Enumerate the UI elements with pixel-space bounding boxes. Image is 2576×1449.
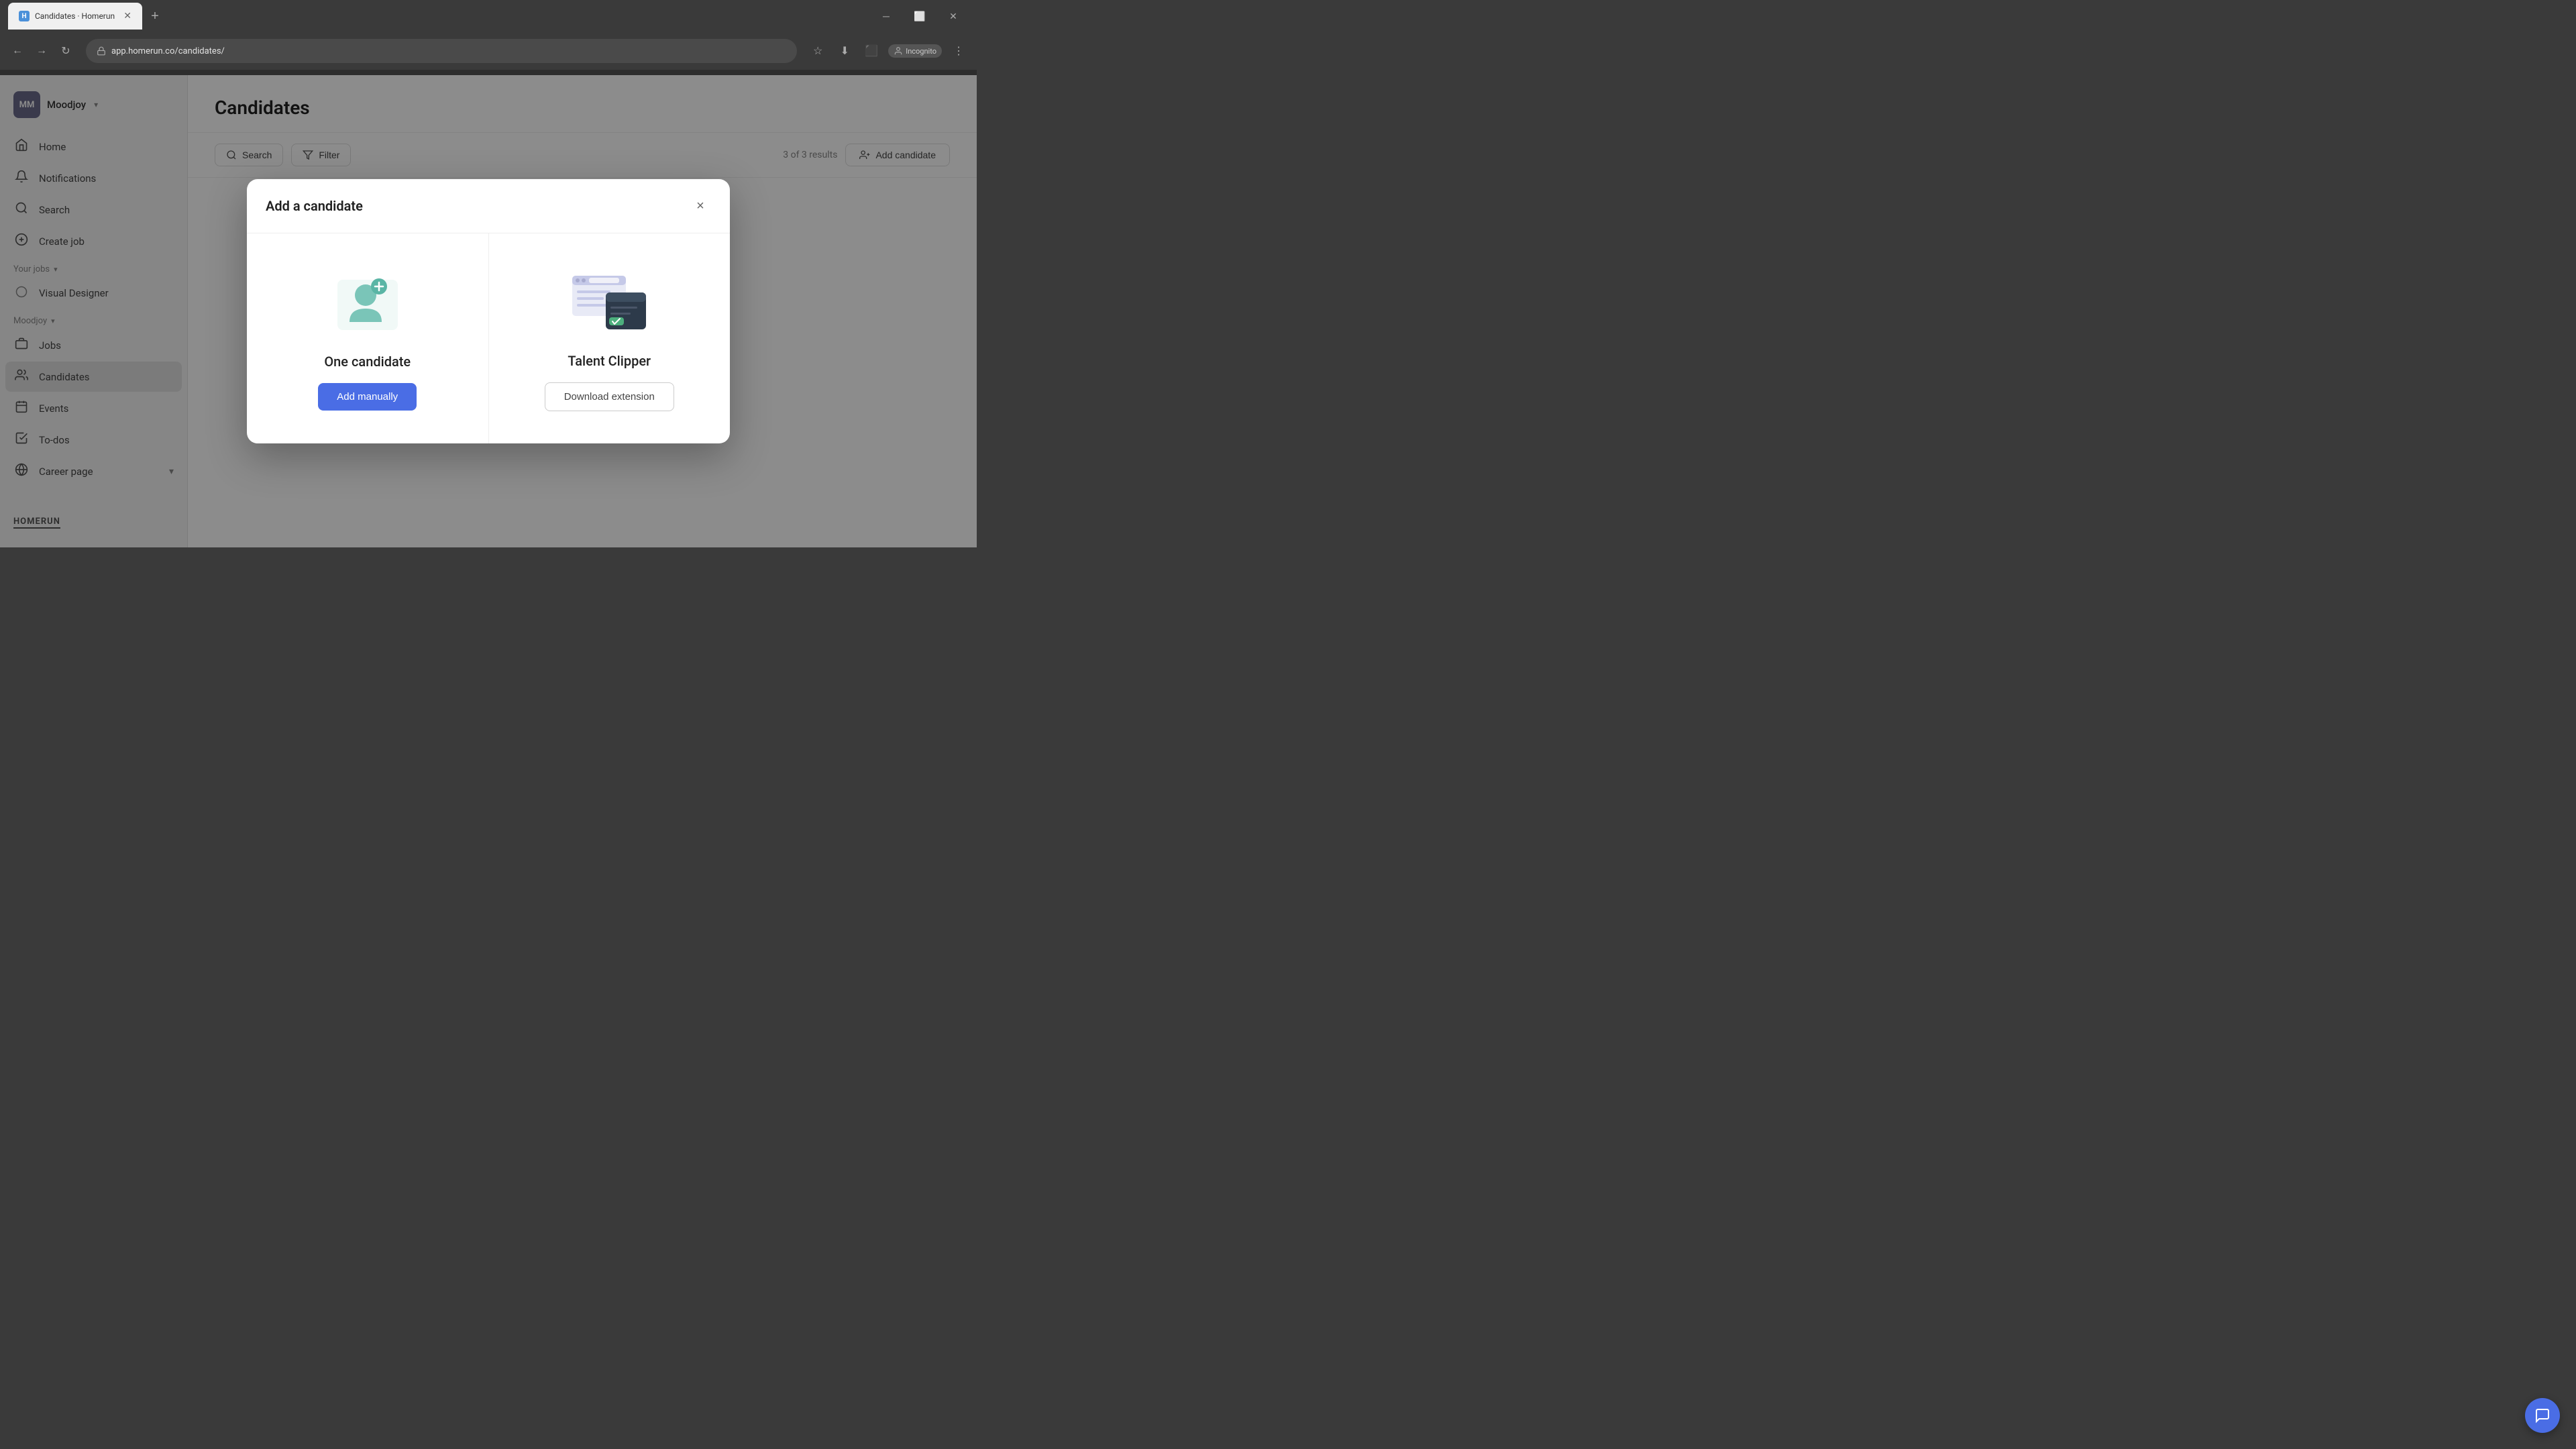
new-tab-button[interactable]: + bbox=[145, 6, 165, 26]
tab-favicon: H bbox=[19, 11, 30, 21]
browser-actions: ☆ ⬇ ⬛ Incognito ⋮ bbox=[808, 41, 969, 61]
extensions-button[interactable]: ⬛ bbox=[861, 41, 881, 61]
tab-close-button[interactable]: ✕ bbox=[123, 11, 131, 21]
minimize-button[interactable]: ─ bbox=[871, 5, 902, 27]
browser-tab[interactable]: H Candidates · Homerun ✕ bbox=[8, 3, 142, 30]
one-candidate-title: One candidate bbox=[324, 354, 411, 370]
modal-body: One candidate Add manually bbox=[247, 233, 730, 443]
back-button[interactable]: ← bbox=[8, 42, 27, 60]
modal-close-button[interactable]: × bbox=[690, 195, 711, 217]
tab-title: Candidates · Homerun bbox=[35, 11, 118, 21]
modal-title: Add a candidate bbox=[266, 198, 363, 214]
download-extension-button[interactable]: Download extension bbox=[545, 382, 674, 411]
add-candidate-modal: Add a candidate × bbox=[247, 179, 730, 443]
incognito-badge: Incognito bbox=[888, 44, 942, 58]
person-add-illustration bbox=[327, 266, 408, 340]
url-text: app.homerun.co/candidates/ bbox=[111, 46, 225, 56]
reload-button[interactable]: ↻ bbox=[56, 42, 75, 60]
close-window-button[interactable]: ✕ bbox=[938, 5, 969, 27]
one-candidate-option[interactable]: One candidate Add manually bbox=[247, 233, 489, 443]
talent-clipper-title: Talent Clipper bbox=[568, 353, 651, 369]
chat-icon bbox=[2534, 1407, 2551, 1424]
maximize-button[interactable]: ⬜ bbox=[904, 5, 935, 27]
download-button[interactable]: ⬇ bbox=[835, 41, 855, 61]
bookmark-button[interactable]: ☆ bbox=[808, 41, 828, 61]
add-manually-button[interactable]: Add manually bbox=[318, 383, 417, 411]
talent-clipper-illustration bbox=[569, 266, 649, 339]
modal-header: Add a candidate × bbox=[247, 179, 730, 233]
menu-button[interactable]: ⋮ bbox=[949, 41, 969, 61]
forward-button[interactable]: → bbox=[32, 42, 51, 60]
address-bar[interactable]: app.homerun.co/candidates/ bbox=[86, 39, 797, 63]
browser-chrome: H Candidates · Homerun ✕ + ─ ⬜ ✕ ← → ↻ a… bbox=[0, 0, 977, 75]
talent-clipper-option[interactable]: Talent Clipper Download extension bbox=[489, 233, 731, 443]
modal-overlay[interactable]: Add a candidate × bbox=[0, 75, 977, 547]
lock-icon bbox=[97, 46, 106, 56]
chat-bubble-button[interactable] bbox=[2525, 1398, 2560, 1433]
